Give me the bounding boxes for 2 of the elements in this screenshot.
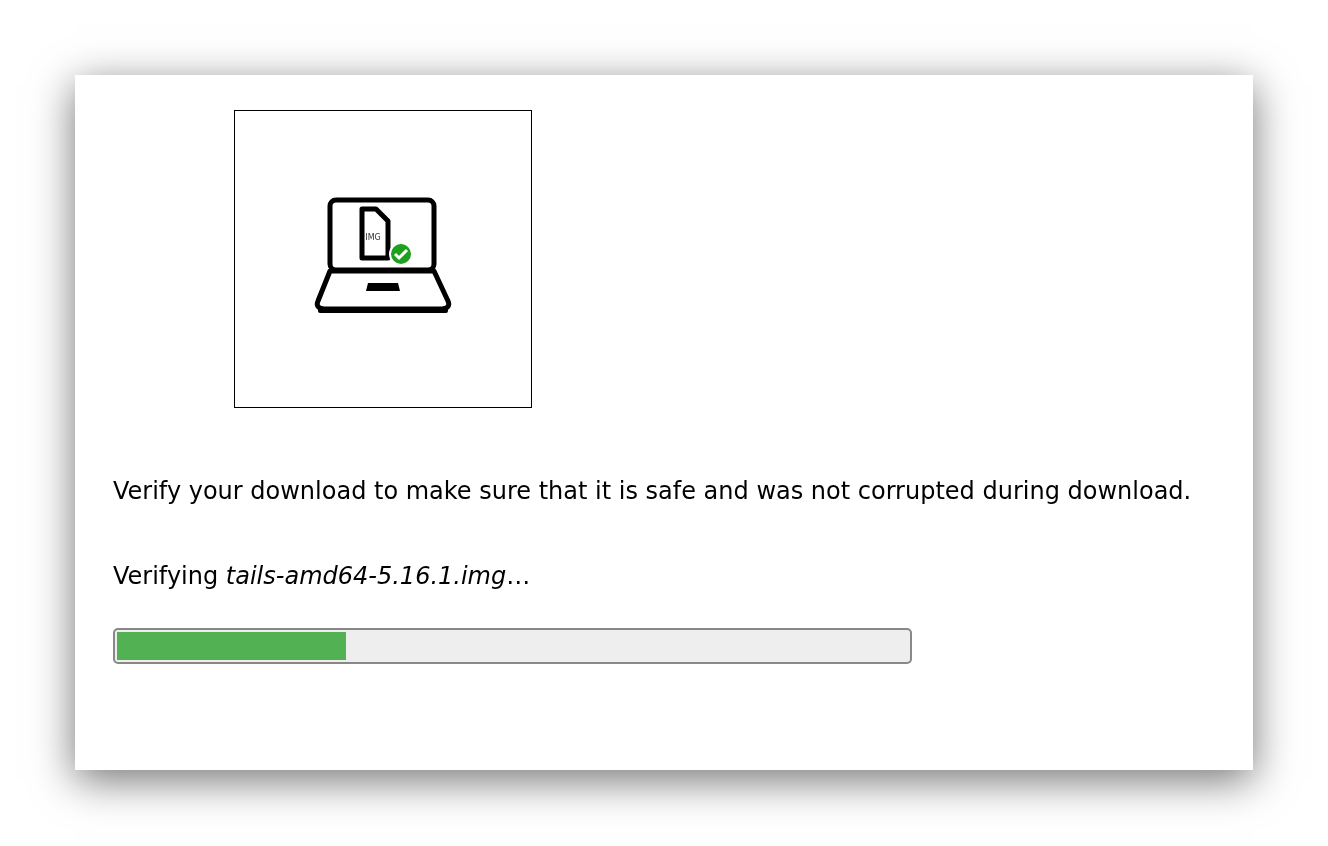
verifying-status-text: Verifying tails-amd64-5.16.1.img… [113,561,532,592]
description-text: Verify your download to make sure that it is safe and was not corrupted during download. [113,476,1193,507]
